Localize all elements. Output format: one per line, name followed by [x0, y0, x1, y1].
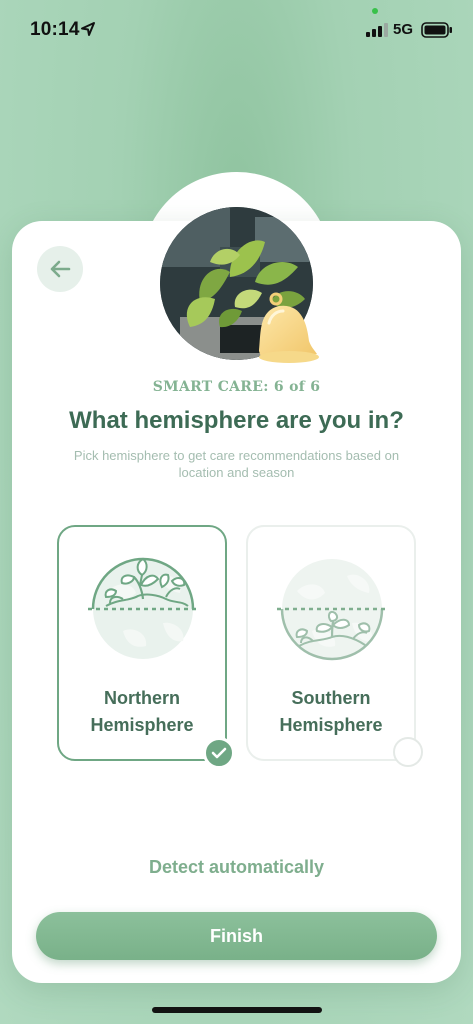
bell-icon [259, 292, 319, 363]
home-indicator [152, 1007, 322, 1013]
location-arrow-icon [81, 22, 95, 36]
northern-globe-icon [88, 557, 198, 659]
option-southern-hemisphere[interactable]: Southern Hemisphere [246, 525, 416, 761]
arrow-left-icon [50, 260, 71, 278]
camera-indicator [372, 8, 378, 14]
selected-check-icon [203, 737, 235, 769]
network-label: 5G [393, 21, 414, 38]
option-northern-hemisphere[interactable]: Northern Hemisphere [57, 525, 227, 761]
detect-automatically-link[interactable]: Detect automatically [0, 857, 473, 878]
status-time: 10:14 [30, 19, 80, 40]
signal-icon [366, 23, 388, 37]
finish-button[interactable]: Finish [36, 912, 437, 960]
step-label: SMART CARE: 6 of 6 [152, 379, 321, 395]
page-subtitle: Pick hemisphere to get care recommendati… [73, 448, 400, 480]
page-title: What hemisphere are you in? [69, 407, 404, 434]
unselected-radio-icon [393, 737, 423, 767]
southern-globe-icon [277, 559, 387, 661]
option-label: Southern Hemisphere [279, 688, 383, 735]
back-button[interactable] [37, 246, 83, 292]
option-label: Northern Hemisphere [90, 688, 194, 735]
battery-icon [421, 22, 452, 38]
status-bar: 10:14 5G [0, 0, 473, 60]
